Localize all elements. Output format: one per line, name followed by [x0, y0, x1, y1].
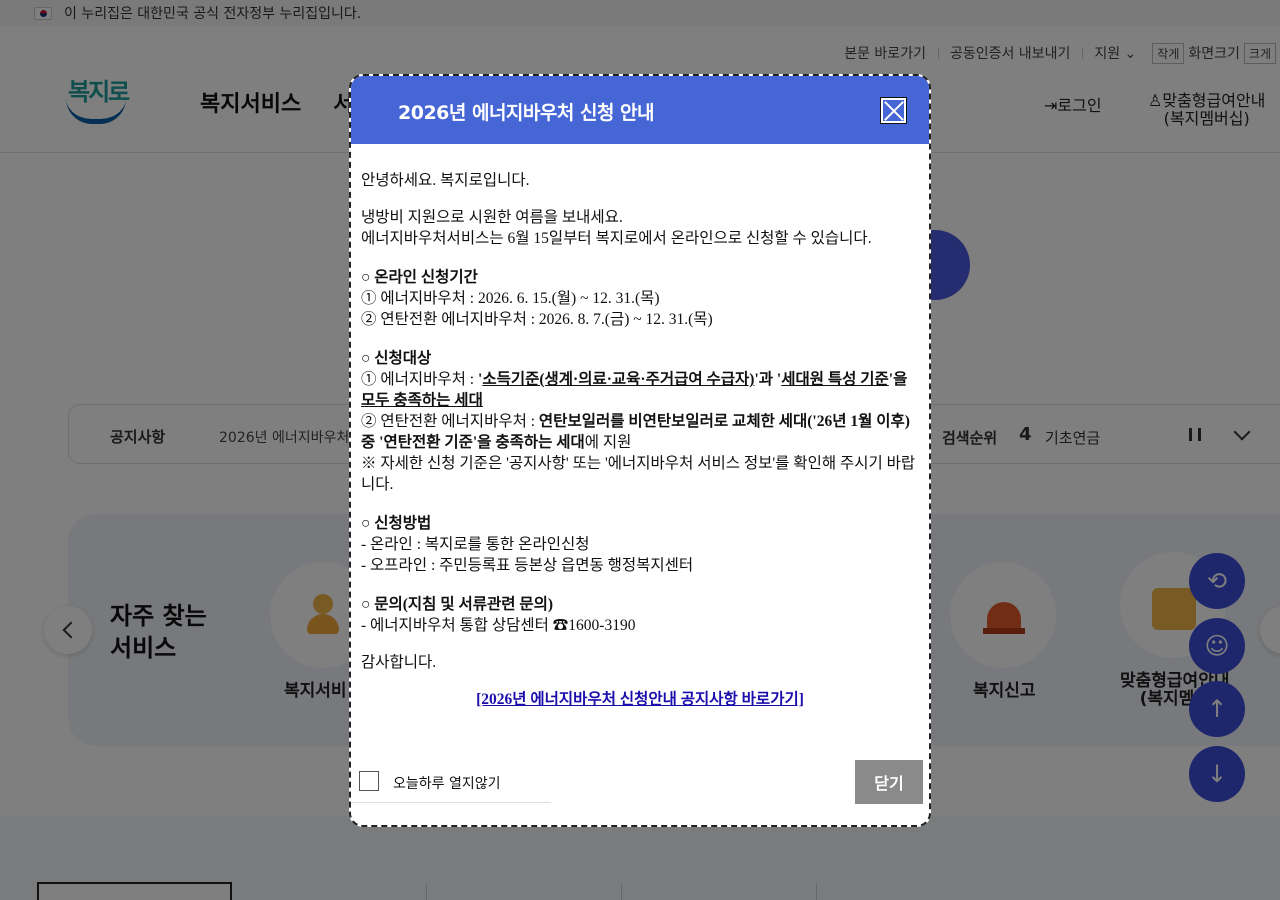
- period-heading: ○ 온라인 신청기간: [361, 269, 478, 286]
- target-heading: ○ 신청대상: [361, 350, 432, 367]
- popup-title: 2026년 에너지바우처 신청 안내: [398, 102, 655, 124]
- dont-show-today-checkbox[interactable]: [359, 771, 379, 791]
- intro-line-1: 냉방비 지원으로 시원한 여름을 보내세요.: [361, 209, 623, 226]
- target-1-mid: '과 ': [754, 371, 782, 388]
- period-item-2: ② 연탄전환 에너지바우처 : 2026. 8. 7.(금) ~ 12. 31.…: [361, 311, 713, 328]
- target-1-prefix: ① 에너지바우처 :: [361, 371, 478, 388]
- method-item-2: - 오프라인 : 주민등록표 등본상 읍면동 행정복지센터: [361, 557, 694, 574]
- target-2-suffix: 에 지원: [584, 434, 632, 451]
- footer-divider: [351, 802, 551, 803]
- close-icon[interactable]: [880, 97, 907, 124]
- popup-header: 2026년 에너지바우처 신청 안내: [351, 76, 929, 144]
- dont-show-today-label[interactable]: 오늘하루 열지않기: [393, 773, 501, 793]
- target-1-all-criteria: 모두 충족하는 세대: [361, 392, 483, 409]
- thanks-text: 감사합니다.: [361, 654, 437, 671]
- target-item-2: ② 연탄전환 에너지바우처 : 연탄보일러를 비연탄보일러로 교체한 세대('2…: [361, 411, 919, 453]
- contact-heading: ○ 문의(지침 및 서류관련 문의): [361, 596, 554, 613]
- target-1-income-criteria: 소득기준(생계·의료·교육·주거급여 수급자): [482, 371, 755, 388]
- target-1-household-criteria: 세대원 특성 기준: [781, 371, 889, 388]
- contact-item-1: - 에너지바우처 통합 상담센터 ☎1600-3190: [361, 617, 636, 634]
- method-heading: ○ 신청방법: [361, 515, 432, 532]
- target-2-prefix: ② 연탄전환 에너지바우처 :: [361, 413, 539, 430]
- close-button[interactable]: 닫기: [855, 760, 923, 804]
- target-1-q2: '을: [888, 371, 908, 388]
- greeting-text: 안녕하세요. 복지로입니다.: [361, 172, 530, 189]
- method-item-1: - 온라인 : 복지로를 통한 온라인신청: [361, 536, 590, 553]
- notice-shortcut-link[interactable]: [2026년 에너지바우처 신청안내 공지사항 바로가기]: [361, 689, 919, 710]
- energy-voucher-popup: 2026년 에너지바우처 신청 안내 안녕하세요. 복지로입니다. 냉방비 지원…: [349, 74, 931, 827]
- popup-body: 안녕하세요. 복지로입니다. 냉방비 지원으로 시원한 여름을 보내세요. 에너…: [361, 170, 919, 710]
- target-note: ※ 자세한 신청 기준은 '공지사항' 또는 '에너지바우처 서비스 정보'를 …: [361, 455, 916, 493]
- intro-line-2: 에너지바우처서비스는 6월 15일부터 복지로에서 온라인으로 신청할 수 있습…: [361, 230, 872, 247]
- target-item-1: ① 에너지바우처 : '소득기준(생계·의료·교육·주거급여 수급자)'과 '세…: [361, 369, 919, 411]
- period-item-1: ① 에너지바우처 : 2026. 6. 15.(월) ~ 12. 31.(목): [361, 290, 660, 307]
